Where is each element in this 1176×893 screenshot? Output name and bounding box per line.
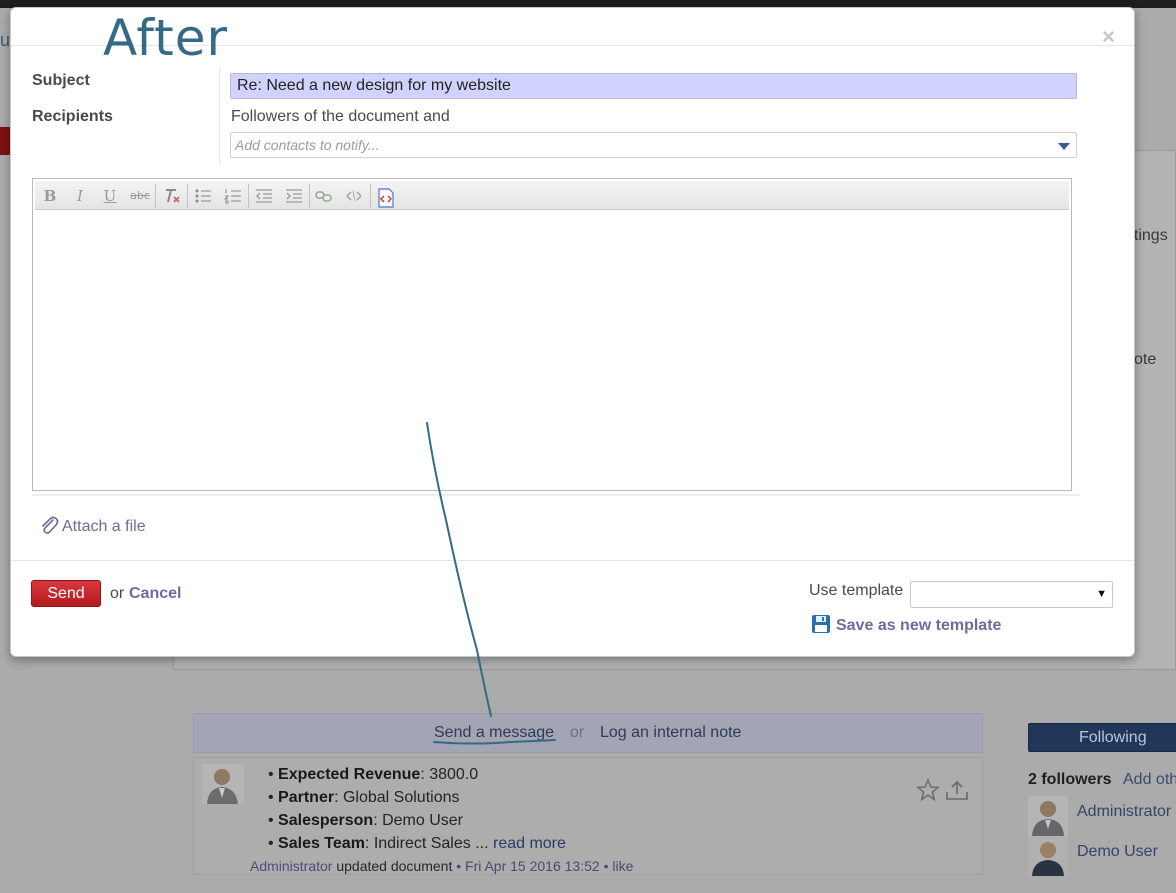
list-item: • Partner: Global Solutions bbox=[268, 789, 460, 806]
attach-file-link[interactable]: Attach a file bbox=[39, 514, 146, 536]
toolbar-separator bbox=[155, 184, 156, 208]
avatar bbox=[1028, 796, 1068, 836]
list-item: • Salesperson: Demo User bbox=[268, 812, 463, 829]
following-button[interactable]: Following bbox=[1028, 723, 1176, 752]
field-divider bbox=[219, 68, 220, 163]
paperclip-icon bbox=[42, 516, 59, 534]
cancel-button[interactable]: Cancel bbox=[129, 585, 181, 603]
log-note-link[interactable]: Log an internal note bbox=[600, 724, 741, 742]
numbered-list-icon[interactable] bbox=[222, 185, 244, 207]
unlink-icon[interactable] bbox=[343, 185, 365, 207]
outdent-icon[interactable] bbox=[253, 185, 275, 207]
subject-input[interactable] bbox=[230, 73, 1077, 99]
contacts-input[interactable] bbox=[230, 132, 1077, 158]
underline-icon[interactable]: U bbox=[99, 185, 121, 207]
message-action: updated document bbox=[336, 858, 453, 874]
send-message-link[interactable]: Send a message bbox=[434, 724, 554, 742]
meta-separator: • bbox=[456, 858, 462, 874]
save-as-template-label: Save as new template bbox=[836, 617, 1002, 634]
meta-separator: • bbox=[603, 858, 609, 874]
subject-label: Subject bbox=[32, 72, 90, 89]
followers-count: 2 followers bbox=[1028, 771, 1112, 788]
tracked-values-list: • Expected Revenue: 3800.0 • Partner: Gl… bbox=[268, 765, 566, 857]
template-select[interactable]: ▼ bbox=[910, 581, 1113, 608]
message-body-editor[interactable] bbox=[35, 211, 1069, 488]
floppy-disk-icon bbox=[812, 615, 830, 633]
add-followers-link[interactable]: Add oth bbox=[1123, 771, 1176, 789]
chatter-message: • Expected Revenue: 3800.0 • Partner: Gl… bbox=[193, 757, 983, 875]
dialog-footer-divider bbox=[11, 560, 1134, 561]
attachment-divider bbox=[32, 494, 1079, 496]
message-editor: B I U abc bbox=[32, 178, 1072, 491]
background-note-fragment: ote bbox=[1134, 351, 1157, 368]
remove-format-icon[interactable] bbox=[161, 185, 183, 207]
editor-toolbar: B I U abc bbox=[35, 181, 1069, 210]
indent-icon[interactable] bbox=[283, 185, 305, 207]
toolbar-separator bbox=[309, 184, 310, 208]
star-icon[interactable] bbox=[916, 778, 940, 802]
after-annotation-label: After bbox=[103, 9, 229, 67]
html-source-icon[interactable] bbox=[375, 185, 397, 208]
compose-email-dialog: × Subject Recipients Followers of the do… bbox=[10, 7, 1135, 657]
follower-name[interactable]: Demo User bbox=[1077, 843, 1158, 861]
followers-text: Followers of the document and bbox=[231, 108, 450, 125]
recipients-label: Recipients bbox=[32, 108, 113, 125]
composer-or-text: or bbox=[570, 724, 585, 741]
toolbar-separator bbox=[248, 184, 249, 208]
close-icon[interactable]: × bbox=[1102, 26, 1115, 48]
list-item: • Sales Team: Indirect Sales ... read mo… bbox=[268, 835, 566, 852]
message-author-link[interactable]: Administrator bbox=[250, 858, 332, 874]
send-button[interactable]: Send bbox=[31, 580, 101, 607]
save-as-template-button[interactable]: Save as new template bbox=[811, 614, 1001, 635]
follower-demo-user[interactable]: Demo User bbox=[1028, 836, 1176, 876]
reply-icon[interactable] bbox=[944, 778, 970, 802]
list-item: • Expected Revenue: 3800.0 bbox=[268, 766, 479, 783]
link-icon[interactable] bbox=[313, 185, 335, 207]
chevron-down-icon[interactable] bbox=[1058, 143, 1070, 150]
chevron-down-icon: ▼ bbox=[1096, 588, 1107, 600]
attach-file-label: Attach a file bbox=[62, 518, 146, 535]
toolbar-separator bbox=[370, 184, 371, 208]
toolbar-separator bbox=[187, 184, 188, 208]
message-date: Fri Apr 15 2016 13:52 bbox=[465, 858, 600, 874]
use-template-label: Use template bbox=[809, 582, 904, 599]
background-title-fragment: u bbox=[0, 30, 11, 50]
or-text: or bbox=[110, 585, 125, 602]
avatar bbox=[1028, 836, 1068, 876]
avatar bbox=[202, 764, 244, 804]
like-link[interactable]: like bbox=[612, 858, 633, 874]
bullet-list-icon[interactable] bbox=[192, 185, 214, 207]
follower-name[interactable]: Administrator bbox=[1077, 803, 1171, 821]
message-meta: Administrator updated document • Fri Apr… bbox=[250, 858, 633, 874]
read-more-link[interactable]: read more bbox=[493, 835, 566, 852]
italic-icon[interactable]: I bbox=[69, 185, 91, 207]
bold-icon[interactable]: B bbox=[39, 185, 61, 207]
chatter-composer-bar: Send a message or Log an internal note bbox=[193, 713, 983, 753]
follower-administrator[interactable]: Administrator bbox=[1028, 796, 1176, 836]
strikethrough-icon[interactable]: abc bbox=[129, 185, 151, 207]
